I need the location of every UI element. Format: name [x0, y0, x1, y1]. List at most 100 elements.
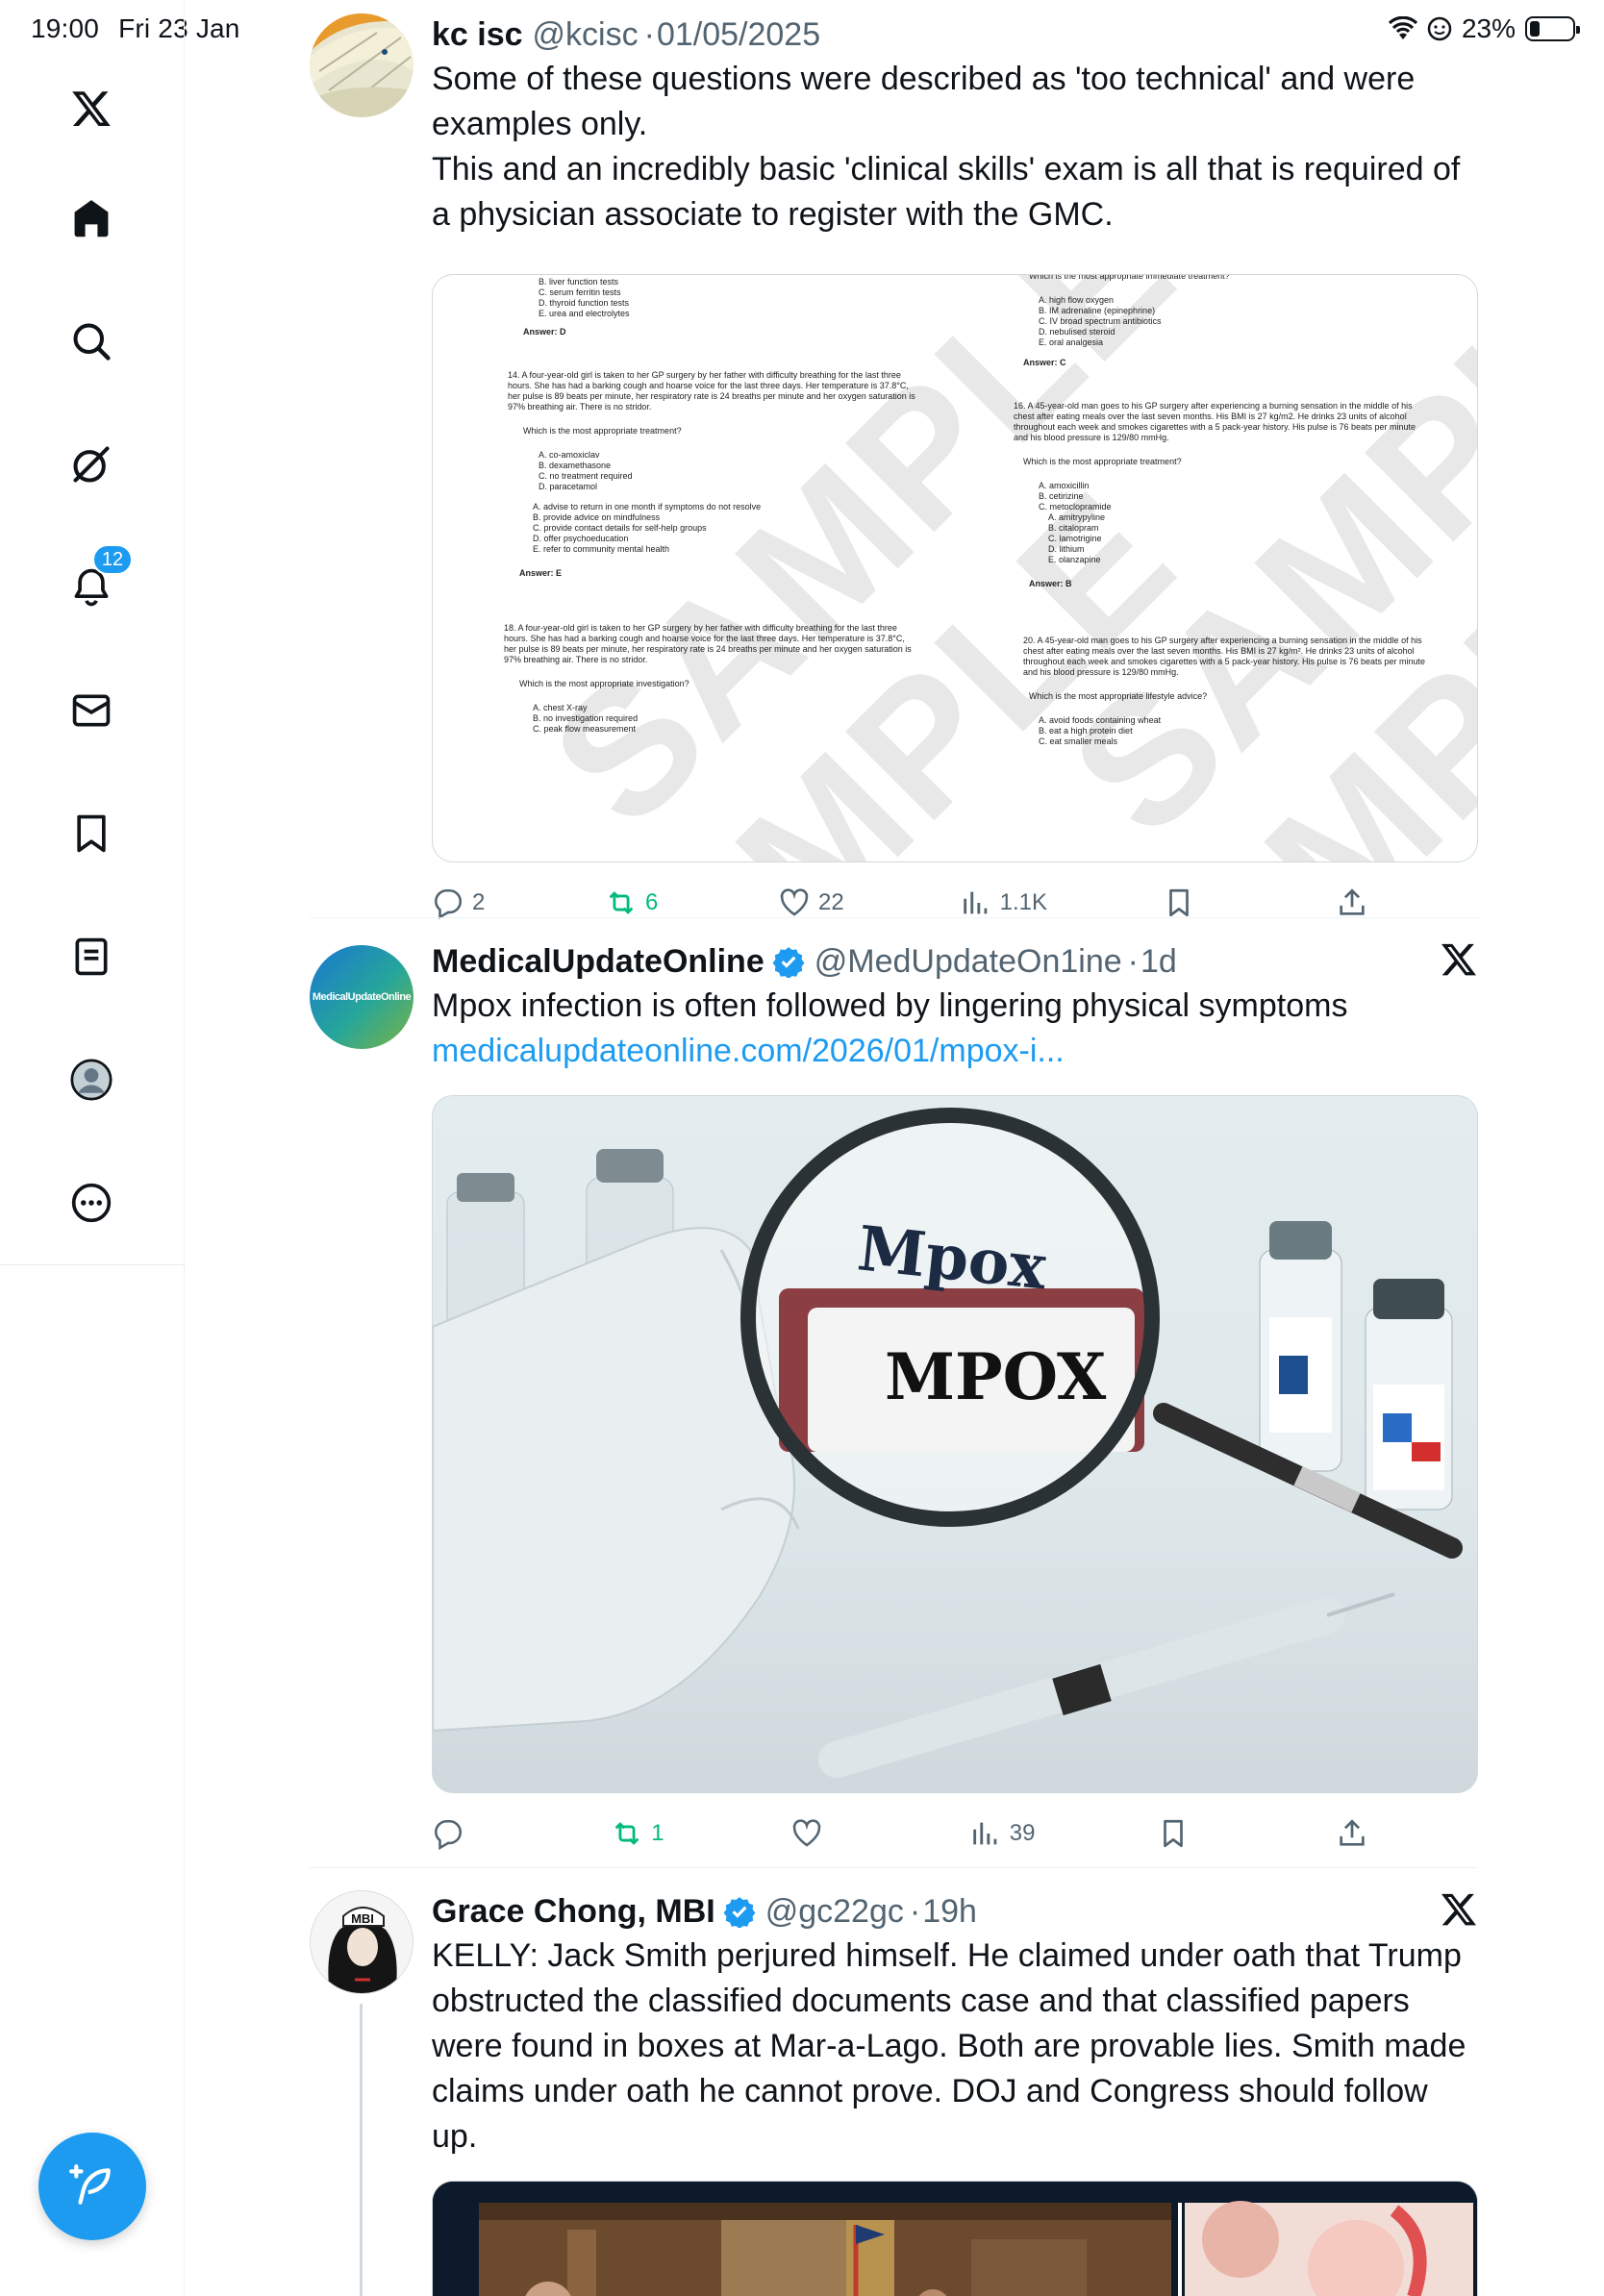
grok-icon[interactable] [58, 431, 125, 498]
reply-icon [434, 888, 462, 919]
doc-option: A. amoxicillin [1039, 481, 1090, 490]
doc-answer: Answer: C [1023, 358, 1066, 367]
doc-answer: Answer: B [1029, 579, 1072, 588]
doc-option: C. lamotrigine [1048, 534, 1102, 543]
author-name[interactable]: MedicalUpdateOnline [432, 943, 764, 981]
retweet-count: 6 [644, 889, 659, 915]
reply-icon [434, 1819, 462, 1850]
separator-dot: · [1127, 942, 1139, 980]
doc-option: C. peak flow measurement [533, 724, 637, 734]
tweet-header: kc isc @kcisc · 01/05/2025 [432, 13, 1478, 56]
doc-option: A. avoid foods containing wheat [1039, 715, 1162, 725]
retweet-button[interactable]: 6 [605, 886, 663, 919]
tweet-actions: 1 39 [432, 1812, 1393, 1855]
verified-badge-icon [723, 1895, 756, 1928]
tweet-text: Some of these questions were described a… [432, 57, 1478, 237]
doc-option: B. liver function tests [539, 277, 619, 287]
author-handle[interactable]: @kcisc [533, 16, 639, 54]
x-source-icon[interactable] [1440, 1890, 1478, 1929]
tweet-divider [310, 1867, 1478, 1868]
retweet-button[interactable]: 1 [611, 1817, 668, 1850]
explore-search-icon[interactable] [58, 308, 125, 375]
tweet-text: Mpox infection is often followed by ling… [432, 987, 1348, 1024]
author-name[interactable]: kc isc [432, 16, 523, 54]
tweet[interactable]: MedicalUpdateOnline MedicalUpdateOnline … [310, 940, 1478, 1863]
bookmarks-icon[interactable] [58, 800, 125, 867]
share-button[interactable] [1336, 886, 1393, 919]
mpox-photo-illustration: Mpox MPOX [433, 1108, 1463, 1778]
share-button[interactable] [1336, 1817, 1393, 1850]
doc-question-prompt: Which is the most appropriate immediate … [1029, 274, 1230, 281]
doc-option: A. advise to return in one month if symp… [533, 502, 762, 512]
tweet-timestamp[interactable]: 19h [922, 1893, 977, 1931]
like-count: 22 [817, 889, 844, 915]
reply-count: 2 [472, 889, 486, 915]
profile-avatar-icon[interactable] [58, 1046, 125, 1113]
doc-question: 20. A 45-year-old man goes to his GP sur… [1023, 636, 1426, 677]
author-handle[interactable]: @gc22gc [765, 1893, 904, 1931]
tweet-link[interactable]: medicalupdateonline.com/2026/01/mpox-i..… [432, 1029, 1478, 1074]
doc-option: B. dexamethasone [539, 461, 612, 470]
bookmark-button[interactable] [1157, 1817, 1215, 1850]
doc-option: C. no treatment required [539, 471, 633, 481]
author-name[interactable]: Grace Chong, MBI [432, 1893, 715, 1931]
heart-icon [780, 888, 809, 916]
notifications-badge: 12 [92, 544, 133, 575]
reply-button[interactable] [432, 1817, 489, 1850]
compose-post-button[interactable] [38, 2133, 146, 2240]
mpox-photo[interactable]: Mpox MPOX [432, 1095, 1478, 1793]
feather-plus-icon [69, 2164, 111, 2205]
lists-icon[interactable] [58, 923, 125, 990]
sidebar-divider [0, 1264, 185, 1265]
handwritten-word-2: MPOX [885, 1339, 1107, 1414]
views-button[interactable]: 1.1K [960, 886, 1047, 919]
retweet-icon [614, 1822, 639, 1845]
doc-option: D. thyroid function tests [539, 298, 630, 308]
doc-option: E. refer to community mental health [533, 544, 670, 554]
video-thumbnail-illustration [433, 2182, 1477, 2296]
doc-option: B. eat a high protein diet [1039, 726, 1133, 736]
doc-option: B. no investigation required [533, 713, 639, 723]
doc-option: D. paracetamol [539, 482, 598, 491]
doc-option: D. nebulised steroid [1039, 327, 1115, 337]
x-source-icon[interactable] [1440, 940, 1478, 979]
views-button[interactable]: 39 [969, 1817, 1035, 1850]
reply-button[interactable]: 2 [432, 886, 489, 919]
home-icon[interactable] [58, 185, 125, 252]
doc-question-prompt: Which is the most appropriate investigat… [519, 679, 689, 688]
verified-badge-icon [772, 945, 805, 978]
tweet[interactable]: kc isc @kcisc · 01/05/2025 Some of these… [310, 13, 1478, 919]
video-thumbnail[interactable] [432, 2181, 1478, 2296]
tweet-timestamp[interactable]: 01/05/2025 [657, 16, 820, 54]
tweet-timestamp[interactable]: 1d [1140, 943, 1177, 981]
doc-option: C. provide contact details for self-help… [533, 523, 707, 533]
doc-answer: Answer: E [519, 568, 563, 578]
separator-dot: · [643, 15, 655, 53]
x-logo-icon[interactable] [58, 75, 125, 142]
more-options-icon[interactable] [58, 1169, 125, 1236]
avatar[interactable]: MBI [310, 1890, 414, 1994]
like-button[interactable]: 22 [778, 886, 844, 919]
doc-question: 18. A four-year-old girl is taken to her… [504, 623, 912, 664]
doc-option: A. high flow oxygen [1039, 295, 1115, 305]
tweet-text-line: This and an incredibly basic 'clinical s… [432, 151, 1461, 233]
doc-question-prompt: Which is the most appropriate lifestyle … [1029, 691, 1208, 701]
like-button[interactable] [790, 1817, 848, 1850]
doc-option: C. serum ferritin tests [539, 287, 621, 297]
notifications-bell-icon[interactable]: 12 [58, 544, 133, 621]
doc-question: 14. A four-year-old girl is taken to her… [508, 370, 915, 412]
author-handle[interactable]: @MedUpdateOn1ine [815, 943, 1122, 981]
avatar[interactable] [310, 13, 414, 117]
bookmark-icon [1169, 888, 1189, 917]
tweet[interactable]: MBI Grace Chong, MBI @gc22gc · 19h KELLY… [310, 1890, 1478, 2296]
doc-question-prompt: Which is the most appropriate treatment? [1023, 457, 1182, 466]
battery-icon [1525, 16, 1580, 41]
document-image[interactable]: SAMPLE SAMPLE SAMPLE SAMPLE B. liver fun… [432, 274, 1478, 862]
messages-envelope-icon[interactable] [58, 677, 125, 744]
bookmark-button[interactable] [1163, 886, 1220, 919]
tweet-text-line: Some of these questions were described a… [432, 61, 1416, 142]
doc-option: A. chest X-ray [533, 703, 588, 712]
avatar[interactable]: MedicalUpdateOnline [310, 945, 414, 1049]
doc-option: E. urea and electrolytes [539, 309, 630, 318]
retweet-count: 1 [651, 1820, 664, 1846]
